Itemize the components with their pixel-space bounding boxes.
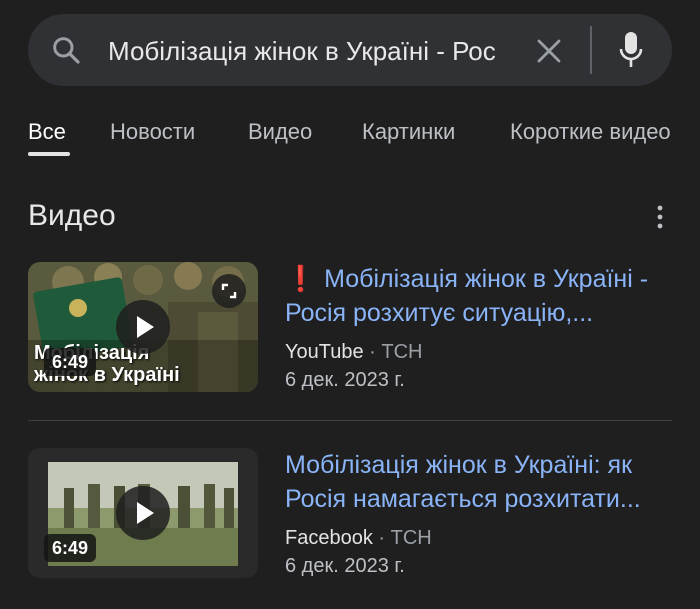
more-vert-icon[interactable] — [652, 204, 668, 230]
video-duration: 6:49 — [44, 534, 97, 562]
meta-separator: · — [363, 341, 382, 363]
video-source: YouTube · ТСН — [285, 338, 422, 366]
play-button[interactable] — [116, 486, 170, 540]
section-title: Видео — [28, 199, 116, 232]
tab-news[interactable]: Новости — [110, 112, 195, 152]
video-thumbnail[interactable]: 6:49 — [28, 448, 258, 578]
video-date: 6 дек. 2023 г. — [285, 555, 405, 577]
meta-separator: · — [372, 527, 391, 549]
result-divider — [28, 420, 672, 421]
tab-all[interactable]: Все — [28, 112, 66, 152]
video-platform: YouTube — [285, 341, 364, 363]
video-platform: Facebook — [285, 527, 373, 549]
expand-icon[interactable] — [212, 274, 246, 308]
video-title-text[interactable]: Мобілізація жінок в Україні: як Росія на… — [285, 451, 641, 513]
search-bar[interactable]: Мобілізація жінок в Україні - Рос — [28, 14, 672, 86]
play-icon — [137, 316, 154, 338]
search-divider — [590, 26, 592, 74]
search-tabs: Все Новости Видео Картинки Короткие виде… — [0, 112, 700, 160]
exclamation-icon: ❗ — [285, 265, 317, 293]
tab-video[interactable]: Видео — [248, 112, 312, 152]
video-result[interactable]: 6:49 Мобілізація жінок в Україні: як Рос… — [0, 448, 700, 588]
video-channel: ТСН — [381, 341, 423, 363]
video-date: 6 дек. 2023 г. — [285, 369, 405, 391]
video-channel: ТСН — [390, 527, 432, 549]
tab-active-indicator — [28, 152, 70, 156]
video-duration: 6:49 — [44, 348, 97, 376]
video-title-text[interactable]: Мобілізація жінок в Україні - Росія розх… — [285, 265, 648, 327]
video-title-link[interactable]: Мобілізація жінок в Україні: як Росія на… — [285, 448, 680, 516]
close-icon[interactable] — [534, 36, 564, 66]
play-icon — [137, 502, 154, 524]
search-input[interactable]: Мобілізація жінок в Україні - Рос — [108, 34, 538, 68]
video-title-link[interactable]: ❗ Мобілізація жінок в Україні - Росія роз… — [285, 262, 680, 330]
video-result[interactable]: Мобілізація жінок в Україні 6:49 ❗Мобілі… — [0, 262, 700, 402]
video-thumbnail[interactable]: Мобілізація жінок в Україні 6:49 — [28, 262, 258, 392]
mic-icon[interactable] — [618, 30, 644, 70]
search-icon[interactable] — [50, 34, 82, 66]
video-source: Facebook · ТСН — [285, 524, 432, 552]
tab-images[interactable]: Картинки — [362, 112, 455, 152]
play-button[interactable] — [116, 300, 170, 354]
tab-short-videos[interactable]: Короткие видео — [510, 112, 671, 152]
